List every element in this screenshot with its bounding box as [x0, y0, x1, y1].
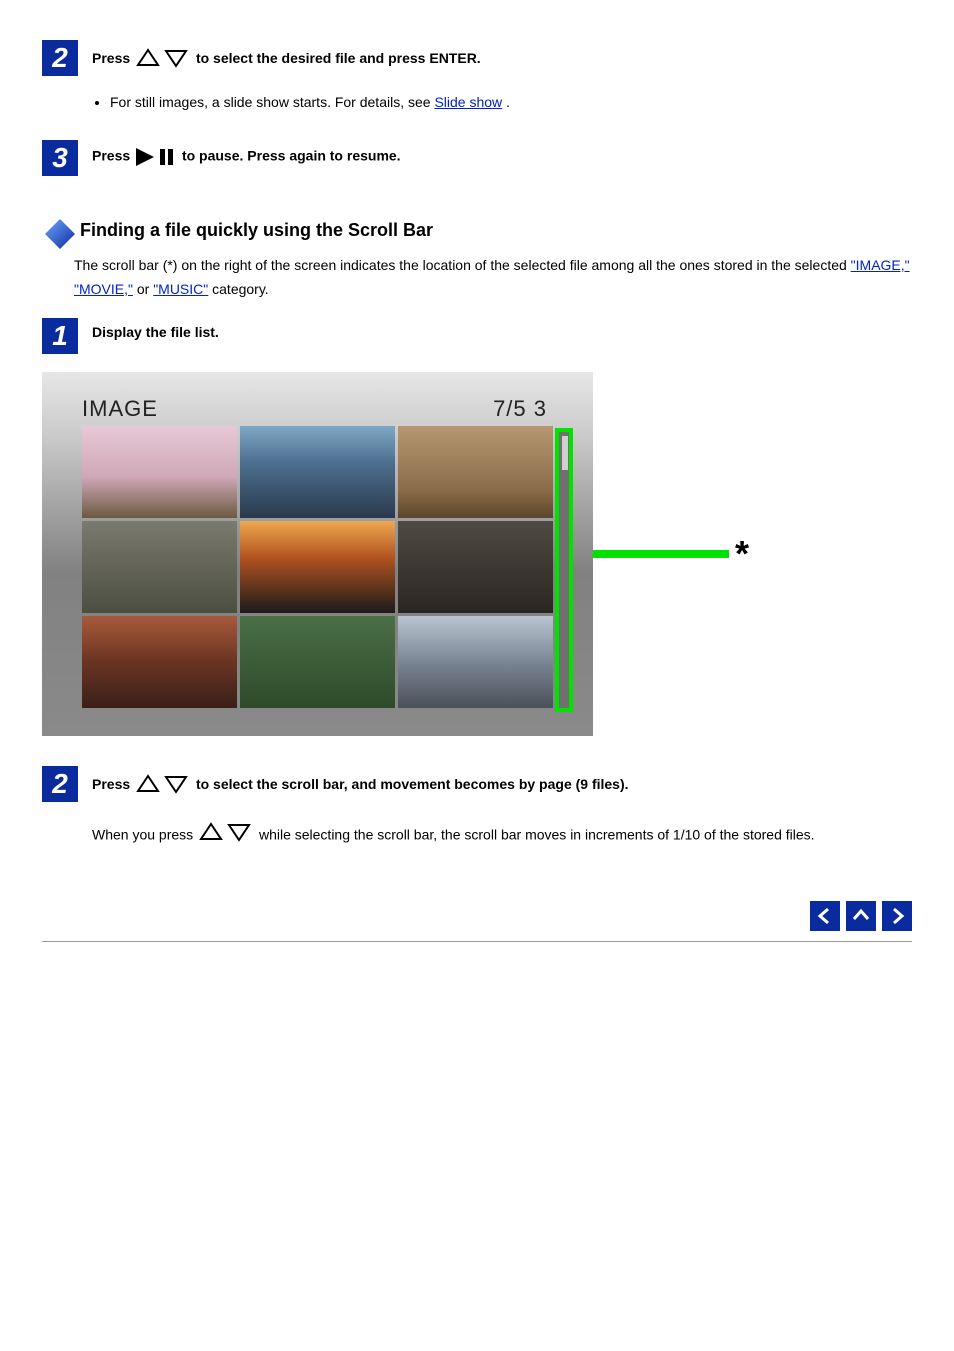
step-1b-instruction: Display the file list. — [92, 324, 912, 340]
step-2: 2 Press to select the desired file and p… — [42, 40, 912, 76]
step-2-text-before: Press — [92, 50, 134, 66]
step-2-text-after: to select the desired file and press ENT… — [196, 50, 481, 66]
step-2b-sub-before: When you press — [92, 826, 197, 842]
next-page-button[interactable] — [882, 901, 912, 931]
figure-counter: 7/5 3 — [493, 396, 547, 422]
step-number-2: 2 — [42, 40, 78, 76]
section-title: Finding a file quickly using the Scroll … — [80, 220, 433, 241]
up-down-icon — [134, 772, 192, 799]
thumbnail — [82, 616, 237, 708]
up-down-icon — [134, 46, 192, 73]
thumbnail — [82, 521, 237, 613]
step-number-2b: 2 — [42, 766, 78, 802]
step-2-bullet-after: . — [506, 94, 510, 110]
step-3-text-after: to pause. Press again to resume. — [182, 148, 401, 164]
step-2b-subtext: When you press while selecting the scrol… — [92, 820, 912, 852]
page-content: 2 Press to select the desired file and p… — [42, 40, 912, 942]
footer-navigation — [42, 901, 912, 931]
thumbnail — [240, 616, 395, 708]
footer-divider — [42, 941, 912, 942]
prev-page-button[interactable] — [810, 901, 840, 931]
step-2b-text-before: Press — [92, 776, 134, 792]
step-3-instruction: Press to pause. Press again to resume. — [92, 146, 912, 168]
play-pause-icon — [134, 148, 182, 164]
thumbnail — [398, 616, 553, 708]
step-1b: 1 Display the file list. — [42, 318, 912, 354]
step-2b: 2 Press to select the scroll bar, and mo… — [42, 766, 912, 802]
step-number-1b: 1 — [42, 318, 78, 354]
thumbnail — [240, 521, 395, 613]
thumbnail — [82, 426, 237, 518]
page-top-button[interactable] — [846, 901, 876, 931]
callout-line — [589, 550, 729, 558]
step-2-note: For still images, a slide show starts. F… — [92, 94, 912, 110]
highlighted-scrollbar — [555, 428, 573, 712]
step-2-bullet-before: For still images, a slide show starts. F… — [110, 94, 434, 110]
up-down-icon — [197, 820, 255, 852]
thumbnail — [398, 521, 553, 613]
step-3: 3 Press to pause. Press again to resume. — [42, 140, 912, 176]
diamond-icon — [42, 216, 70, 244]
section-heading: Finding a file quickly using the Scroll … — [42, 216, 912, 244]
step-number-3: 3 — [42, 140, 78, 176]
step-2-instruction: Press to select the desired file and pre… — [92, 46, 912, 73]
para-after: category. — [212, 281, 269, 297]
para-between: or — [137, 281, 153, 297]
step-2b-sub-after: while selecting the scroll bar, the scro… — [259, 826, 815, 842]
star-callout: * — [735, 536, 749, 572]
figure-title: IMAGE — [82, 396, 158, 422]
thumbnail — [240, 426, 395, 518]
figure-row: IMAGE 7/5 3 * — [42, 372, 912, 736]
image-link[interactable]: "IMAGE," — [851, 257, 910, 273]
thumbnail — [398, 426, 553, 518]
movie-link[interactable]: "MOVIE," — [74, 281, 133, 297]
image-browser-screenshot: IMAGE 7/5 3 — [42, 372, 593, 736]
step-2b-text-after: to select the scroll bar, and movement b… — [196, 776, 629, 792]
slideshow-link[interactable]: Slide show — [434, 94, 502, 110]
step-3-text-before: Press — [92, 148, 134, 164]
para-before: The scroll bar (*) on the right of the s… — [74, 257, 851, 273]
thumbnail-grid — [82, 426, 553, 708]
step-2b-instruction: Press to select the scroll bar, and move… — [92, 772, 912, 799]
music-link[interactable]: "MUSIC" — [153, 281, 208, 297]
section-paragraph: The scroll bar (*) on the right of the s… — [74, 254, 912, 302]
